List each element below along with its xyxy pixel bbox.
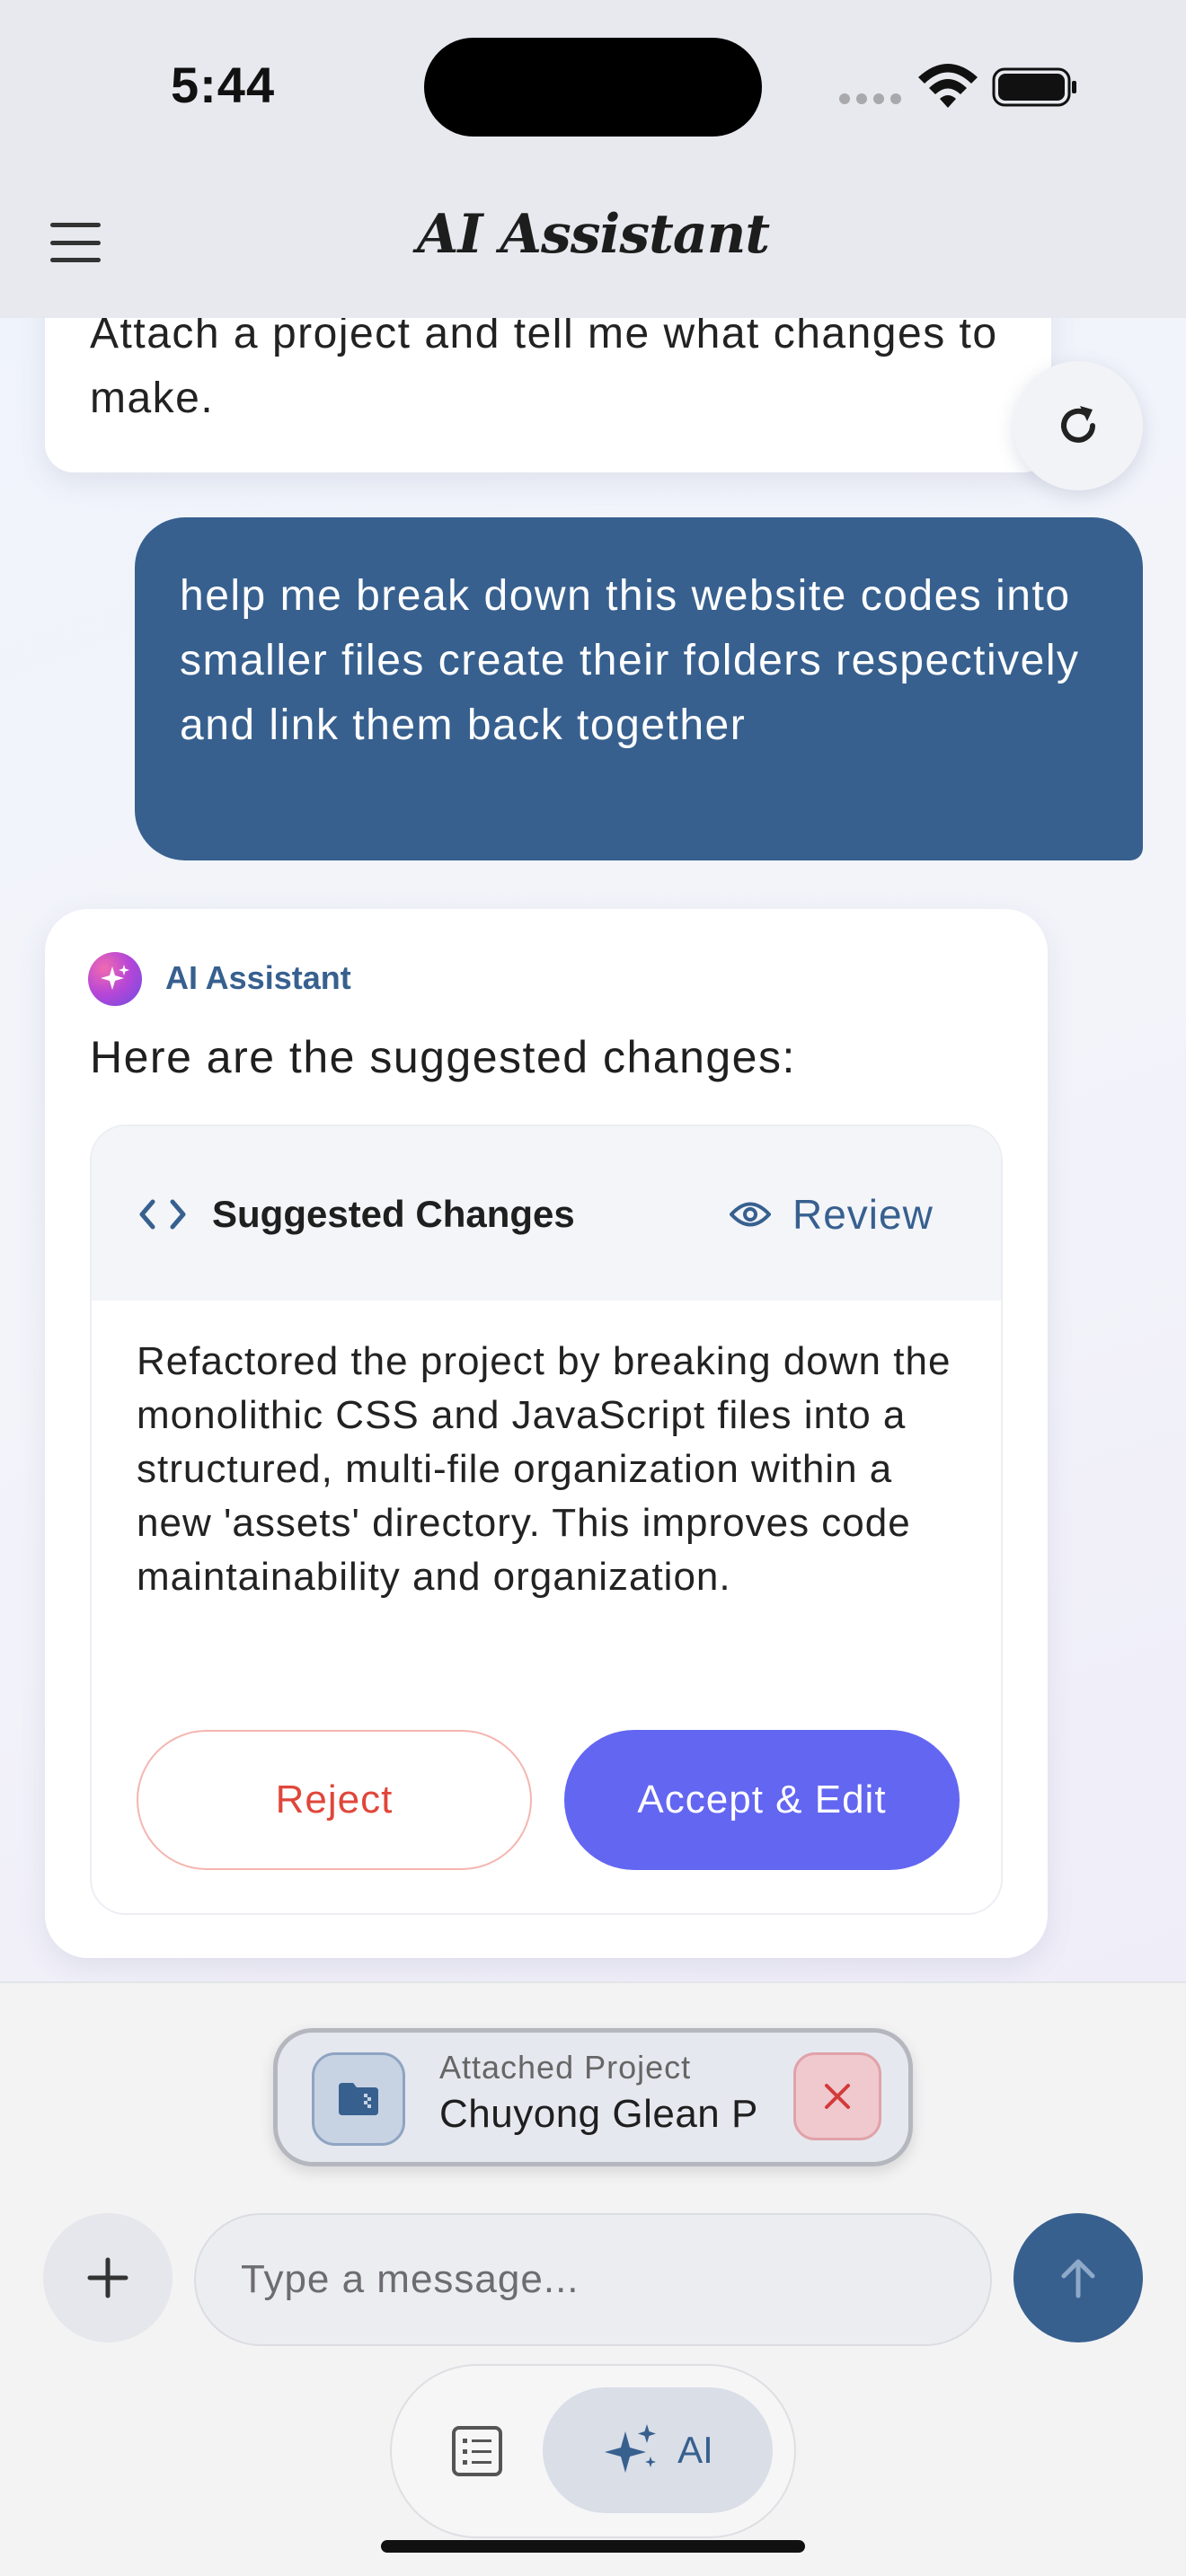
tab-documents[interactable] [446, 2420, 509, 2483]
card-title: Suggested Changes [212, 1193, 575, 1235]
signal-icon [839, 93, 901, 104]
card-description: Refactored the project by breaking down … [137, 1339, 951, 1599]
refresh-button[interactable] [1013, 361, 1143, 490]
status-time: 5:44 [171, 57, 276, 113]
user-message-text: help me break down this website codes in… [180, 572, 1080, 749]
remove-attachment-button[interactable] [793, 2052, 881, 2140]
assistant-message-text: Attach a project and tell me what change… [90, 310, 998, 422]
list-icon [452, 2426, 502, 2476]
suggested-changes-card: Suggested Changes Review Refactored the … [90, 1125, 1003, 1915]
card-header: Suggested Changes Review [92, 1126, 1001, 1301]
eye-icon [730, 1202, 771, 1227]
sparkle-icon [101, 965, 129, 990]
sparkle-icon [605, 2424, 657, 2473]
accept-edit-button[interactable]: Accept & Edit [564, 1730, 960, 1870]
folder-icon [312, 2052, 405, 2146]
attached-project-name: Chuyong Glean P [439, 2092, 758, 2136]
add-button[interactable] [43, 2213, 173, 2342]
arrow-up-icon [1061, 2259, 1095, 2298]
home-indicator [381, 2540, 805, 2553]
bottom-tab-bar: AI [390, 2364, 796, 2538]
assistant-intro: Here are the suggested changes: [90, 1032, 796, 1082]
review-button[interactable]: Review [721, 1184, 943, 1245]
tab-ai[interactable]: AI [543, 2387, 773, 2513]
attached-project-label: Attached Project [439, 2049, 692, 2086]
assistant-message: AI Assistant Here are the suggested chan… [45, 909, 1048, 1958]
page-title: AI Assistant [416, 203, 770, 266]
ai-avatar [88, 952, 142, 1006]
plus-icon [87, 2257, 128, 2298]
send-button[interactable] [1013, 2213, 1143, 2342]
tab-ai-label: AI [677, 2429, 713, 2471]
reject-button[interactable]: Reject [137, 1730, 532, 1870]
battery-icon [992, 67, 1076, 107]
close-icon [825, 2084, 850, 2109]
wifi-icon [918, 64, 978, 108]
assistant-name: AI Assistant [165, 959, 351, 996]
code-icon [139, 1199, 186, 1230]
composer: Attached Project Chuyong Glean P Type a … [0, 1981, 1186, 2576]
message-input[interactable] [194, 2213, 992, 2346]
top-bar: 5:44 AI Assistant [0, 0, 1186, 318]
dynamic-island [424, 38, 762, 137]
user-message: help me break down this website codes in… [135, 517, 1143, 860]
review-label: Review [792, 1191, 934, 1238]
refresh-icon [1061, 406, 1095, 443]
attached-project-chip[interactable]: Attached Project Chuyong Glean P [273, 2028, 913, 2166]
